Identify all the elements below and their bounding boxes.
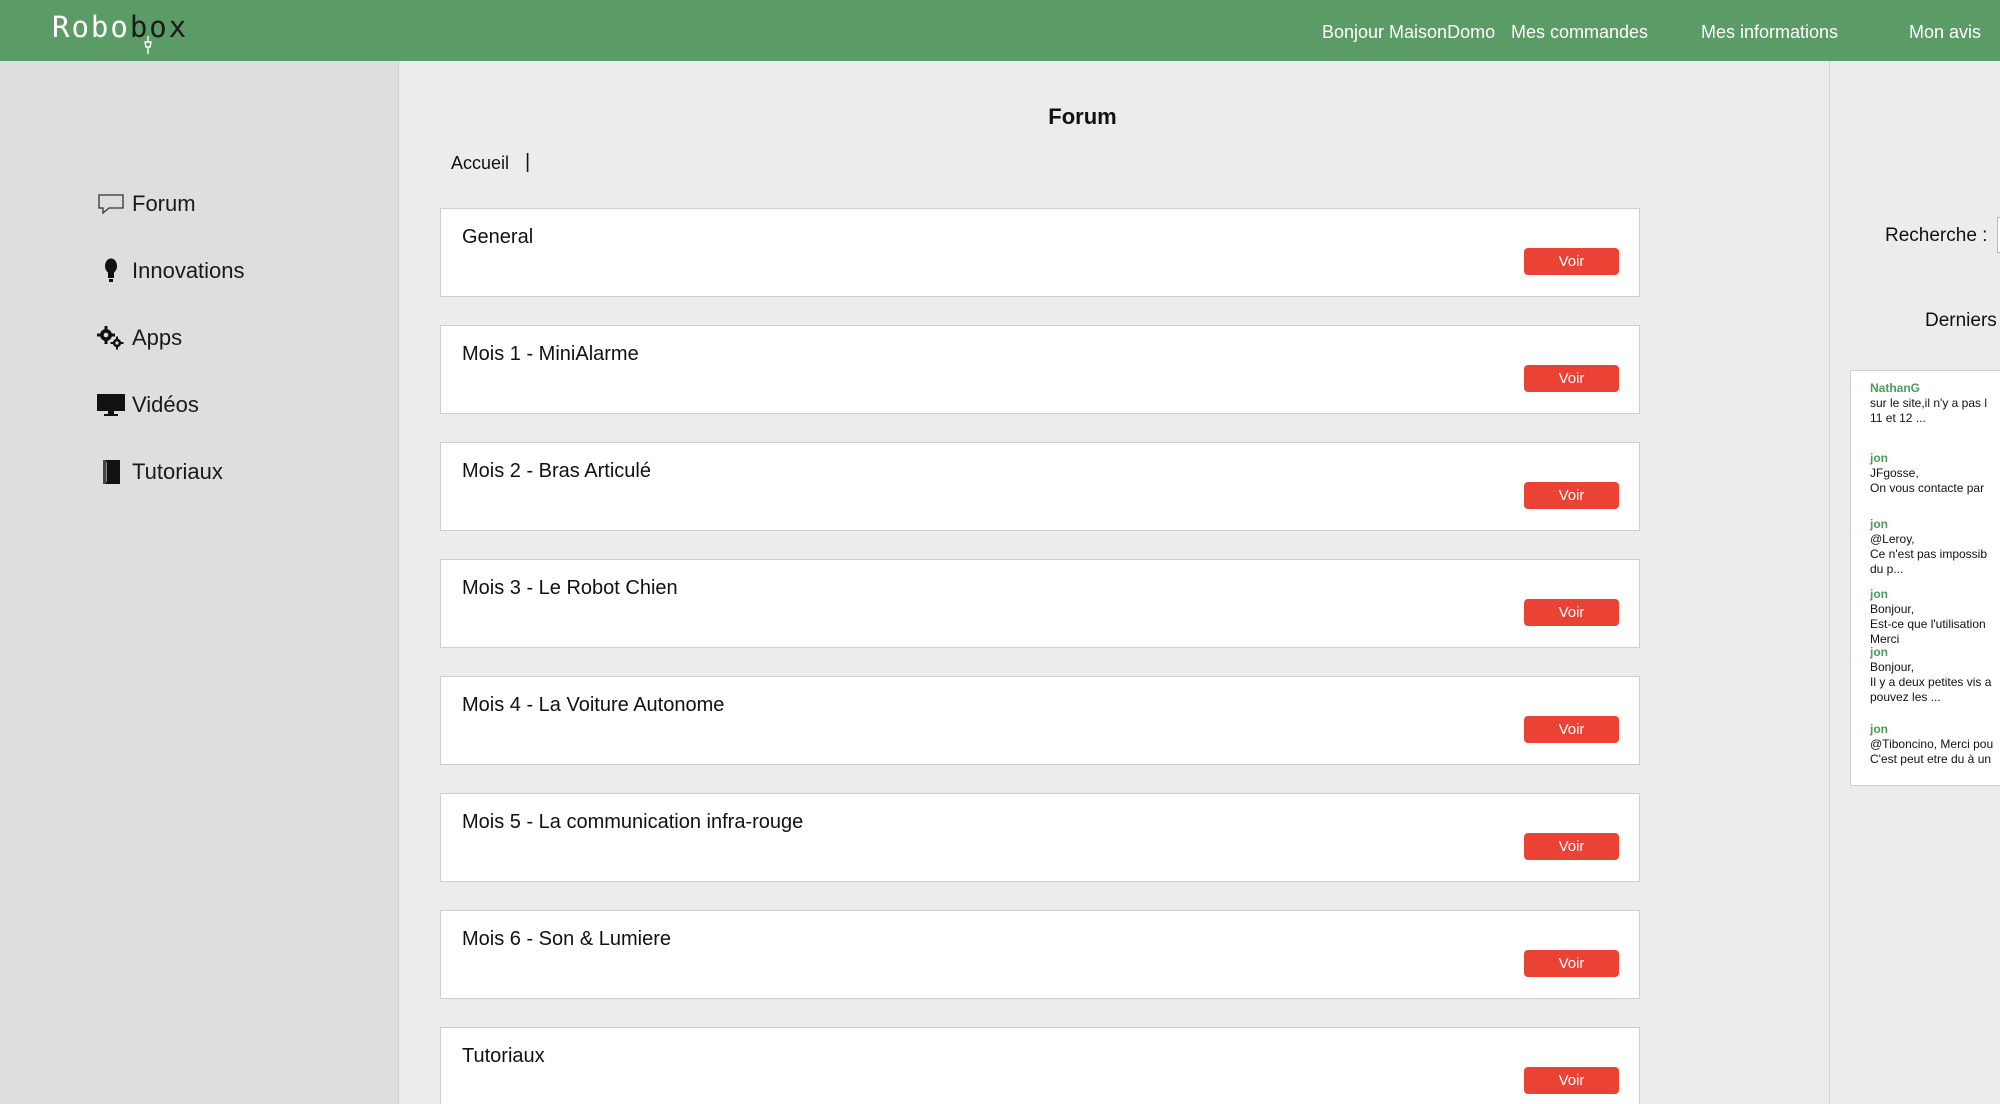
monitor-icon [96, 391, 126, 419]
recent-messages: NathanG sur le site,il n'y a pas l 11 et… [1850, 370, 2000, 786]
nav-mes-commandes[interactable]: Mes commandes [1511, 22, 1648, 43]
book-icon [96, 458, 126, 486]
nav-greeting[interactable]: Bonjour MaisonDomo [1322, 22, 1495, 43]
breadcrumb-separator: | [525, 151, 531, 173]
page-title: Forum [1048, 104, 1117, 129]
top-bar: Robobox Bonjour MaisonDomo Mes commandes… [0, 0, 2000, 61]
message-author[interactable]: jon [1870, 722, 2000, 737]
sidebar-item-tutoriaux[interactable]: Tutoriaux [96, 455, 223, 489]
sidebar-item-label: Innovations [132, 258, 245, 283]
message-text: du p... [1870, 562, 1904, 576]
category-title: Mois 2 - Bras Articulé [462, 460, 651, 482]
voir-button[interactable]: Voir [1524, 482, 1619, 509]
recent-message[interactable]: NathanG sur le site,il n'y a pas l 11 et… [1870, 381, 2000, 426]
message-text: 11 et 12 ... [1870, 411, 1926, 425]
sidebar-item-label: Forum [132, 191, 196, 216]
message-text: Est-ce que l'utilisation [1870, 617, 1986, 631]
nav-mes-informations[interactable]: Mes informations [1701, 22, 1838, 43]
latest-messages-heading: Derniers [1925, 310, 1997, 331]
message-text: @Tiboncino, Merci pou [1870, 737, 1994, 751]
category-title: Mois 1 - MiniAlarme [462, 343, 639, 365]
recent-message[interactable]: jon Bonjour, Il y a deux petites vis a p… [1870, 645, 2000, 705]
forum-category: General Voir [440, 208, 1640, 297]
sidebar-item-label: Vidéos [132, 392, 199, 417]
forum-category: Mois 1 - MiniAlarme Voir [440, 325, 1640, 414]
recent-message[interactable]: jon Bonjour, Est-ce que l'utilisation Me… [1870, 587, 2000, 645]
search-label: Recherche : [1885, 225, 1988, 246]
logo-text-box: box [129, 10, 189, 44]
sidebar-item-label: Apps [132, 325, 183, 350]
voir-button[interactable]: Voir [1524, 248, 1619, 275]
gears-icon [96, 324, 126, 352]
speech-bubble-icon [96, 190, 126, 218]
forum-category: Mois 2 - Bras Articulé Voir [440, 442, 1640, 531]
voir-button[interactable]: Voir [1524, 1067, 1619, 1094]
category-title: Mois 3 - Le Robot Chien [462, 577, 678, 599]
message-text: sur le site,il n'y a pas l [1870, 396, 1988, 410]
message-text: On vous contacte par [1870, 481, 1985, 495]
message-author[interactable]: NathanG [1870, 381, 2000, 396]
voir-button[interactable]: Voir [1524, 950, 1619, 977]
voir-button[interactable]: Voir [1524, 365, 1619, 392]
sidebar-item-label: Tutoriaux [132, 459, 223, 484]
sidebar-item-forum[interactable]: Forum [96, 187, 196, 221]
message-text: @Leroy, [1870, 532, 1915, 546]
plug-icon [144, 36, 152, 54]
message-author[interactable]: jon [1870, 451, 2000, 466]
lightbulb-icon [96, 257, 126, 285]
voir-button[interactable]: Voir [1524, 599, 1619, 626]
logo[interactable]: Robobox [52, 10, 188, 44]
message-author[interactable]: jon [1870, 587, 2000, 602]
sidebar-item-apps[interactable]: Apps [96, 321, 182, 355]
breadcrumb-accueil[interactable]: Accueil [451, 153, 509, 174]
nav-mon-avis[interactable]: Mon avis [1909, 22, 1981, 43]
recent-message[interactable]: jon @Tiboncino, Merci pou C'est peut etr… [1870, 722, 2000, 767]
message-text: C'est peut etre du à un [1870, 752, 1992, 766]
forum-category: Mois 6 - Son & Lumiere Voir [440, 910, 1640, 999]
message-author[interactable]: jon [1870, 517, 2000, 532]
category-title: Mois 4 - La Voiture Autonome [462, 694, 725, 716]
voir-button[interactable]: Voir [1524, 716, 1619, 743]
category-title: General [462, 226, 534, 248]
forum-category: Mois 5 - La communication infra-rouge Vo… [440, 793, 1640, 882]
message-text: JFgosse, [1870, 466, 1919, 480]
right-panel: Recherche : Derniers NathanG sur le site… [1829, 61, 2000, 1104]
message-text: pouvez les ... [1870, 690, 1941, 704]
category-title: Tutoriaux [462, 1045, 545, 1067]
category-title: Mois 5 - La communication infra-rouge [462, 811, 804, 833]
message-text: Merci [1870, 632, 1900, 645]
recent-message[interactable]: jon JFgosse, On vous contacte par [1870, 451, 2000, 496]
forum-category: Mois 3 - Le Robot Chien Voir [440, 559, 1640, 648]
sidebar: Forum Innovations Apps Vidéos Tutoriaux [0, 61, 399, 1104]
recent-message[interactable]: jon @Leroy, Ce n'est pas impossib du p..… [1870, 517, 2000, 577]
message-author[interactable]: jon [1870, 645, 2000, 660]
forum-category: Mois 4 - La Voiture Autonome Voir [440, 676, 1640, 765]
sidebar-item-videos[interactable]: Vidéos [96, 388, 199, 422]
voir-button[interactable]: Voir [1524, 833, 1619, 860]
message-text: Bonjour, [1870, 660, 1915, 674]
logo-text-robo: Robo [52, 10, 130, 44]
category-title: Mois 6 - Son & Lumiere [462, 928, 671, 950]
message-text: Il y a deux petites vis a [1870, 675, 1992, 689]
main-content: Forum Accueil | General Voir Mois 1 - Mi… [400, 61, 1830, 1104]
message-text: Ce n'est pas impossib [1870, 547, 1988, 561]
sidebar-item-innovations[interactable]: Innovations [96, 254, 245, 288]
page: Robobox Bonjour MaisonDomo Mes commandes… [0, 0, 2000, 1104]
forum-category: Tutoriaux Voir [440, 1027, 1640, 1104]
message-text: Bonjour, [1870, 602, 1915, 616]
